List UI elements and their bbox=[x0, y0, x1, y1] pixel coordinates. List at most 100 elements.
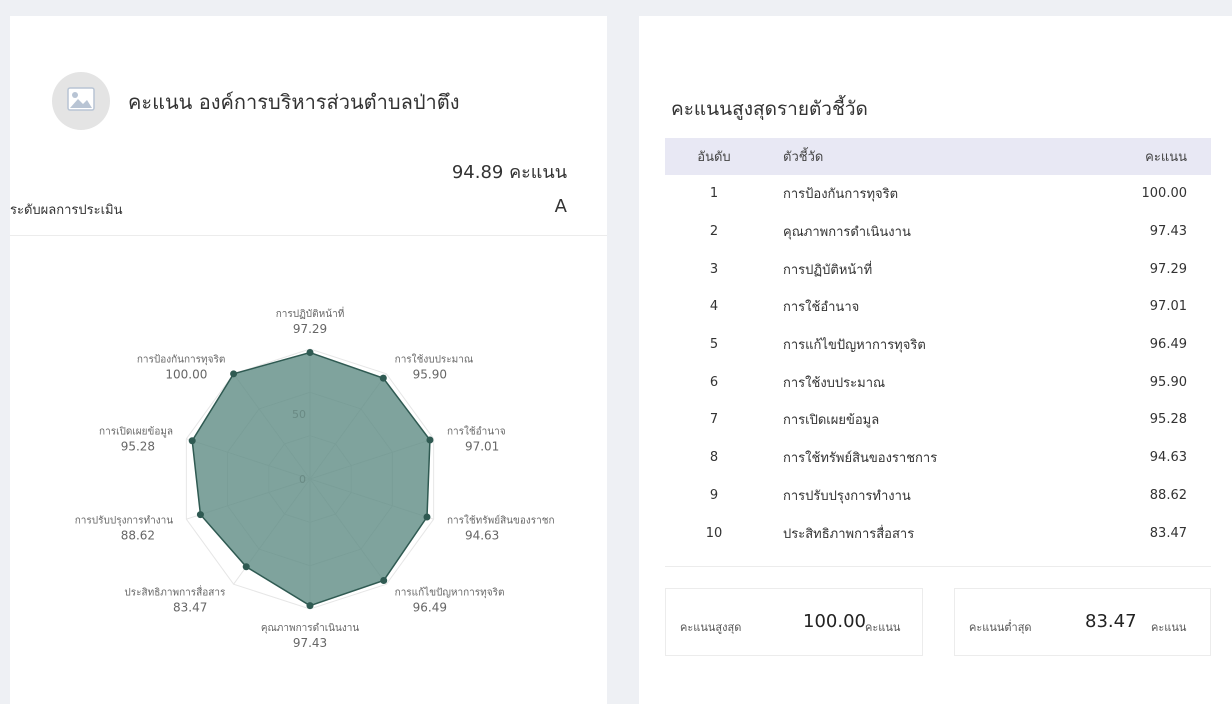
row-indicator: คุณภาพการดำเนินงาน bbox=[783, 225, 911, 241]
radar-data-label: 97.29 bbox=[293, 322, 327, 336]
header-indicator: ตัวชี้วัด bbox=[783, 150, 824, 165]
radar-data-label: 100.00 bbox=[165, 368, 207, 382]
row-indicator: การปรับปรุงการทำงาน bbox=[783, 488, 911, 504]
row-rank: 9 bbox=[709, 487, 719, 503]
radar-axis-label: ประสิทธิภาพการสื่อสาร bbox=[124, 584, 226, 598]
row-indicator: การแก้ไขปัญหาการทุจริต bbox=[783, 338, 926, 354]
row-indicator: การใช้อำนาจ bbox=[783, 300, 860, 316]
radar-scale-tick: 50 bbox=[292, 408, 306, 421]
table-header-row: อันดับ ตัวชี้วัด คะแนน bbox=[665, 138, 1211, 175]
radar-point bbox=[379, 374, 387, 382]
min-score-value: 83.47 bbox=[1085, 611, 1137, 632]
max-score-unit: คะแนน bbox=[865, 621, 901, 634]
row-indicator: ประสิทธิภาพการสื่อสาร bbox=[783, 526, 915, 542]
row-indicator: การเปิดเผยข้อมูล bbox=[783, 413, 880, 429]
radar-point bbox=[230, 370, 238, 378]
table-row: 4 การใช้อำนาจ 97.01 bbox=[665, 288, 1211, 326]
radar-point bbox=[306, 602, 314, 610]
row-score: 100.00 bbox=[1141, 186, 1188, 202]
radar-point bbox=[426, 436, 434, 444]
radar-data-label: 94.63 bbox=[465, 528, 499, 542]
min-score-box: คะแนนต่ำสุด 83.47 คะแนน bbox=[954, 588, 1211, 656]
level-label: ระดับผลการประเมิน bbox=[10, 203, 123, 218]
row-score: 97.29 bbox=[1149, 261, 1187, 277]
row-score: 95.28 bbox=[1149, 412, 1187, 428]
table-row: 8 การใช้ทรัพย์สินของราชการ 94.63 bbox=[665, 439, 1211, 477]
radar-point bbox=[380, 576, 388, 584]
row-rank: 5 bbox=[709, 337, 719, 353]
ranking-title: คะแนนสูงสุดรายตัวชี้วัด bbox=[671, 98, 868, 120]
table-bottom-border bbox=[665, 552, 1211, 567]
min-score-unit: คะแนน bbox=[1151, 621, 1187, 634]
table-row: 6 การใช้งบประมาณ 95.90 bbox=[665, 363, 1211, 401]
summary-card: คะแนน องค์การบริหารส่วนตำบลป่าตึง 94.89 … bbox=[10, 16, 607, 704]
header-rank: อันดับ bbox=[697, 150, 731, 165]
table-row: 3 การปฏิบัติหน้าที่ 97.29 bbox=[665, 250, 1211, 288]
ranking-card: คะแนนสูงสุดรายตัวชี้วัด อันดับ ตัวชี้วัด… bbox=[639, 16, 1232, 704]
radar-data-label: 97.43 bbox=[293, 636, 327, 650]
radar-series-area bbox=[191, 351, 431, 607]
min-score-label: คะแนนต่ำสุด bbox=[969, 621, 1032, 634]
row-score: 83.47 bbox=[1149, 525, 1187, 541]
radar-axis-label: การปรับปรุงการทำงาน bbox=[75, 515, 173, 526]
row-rank: 1 bbox=[709, 186, 719, 202]
radar-axis-label: การใช้งบประมาณ bbox=[395, 354, 474, 366]
radar-data-label: 83.47 bbox=[173, 600, 207, 614]
row-rank: 4 bbox=[709, 299, 719, 315]
row-score: 88.62 bbox=[1149, 487, 1187, 503]
table-row: 9 การปรับปรุงการทำงาน 88.62 bbox=[665, 477, 1211, 515]
table-row: 7 การเปิดเผยข้อมูล 95.28 bbox=[665, 401, 1211, 439]
row-score: 94.63 bbox=[1149, 450, 1187, 466]
radar-point bbox=[188, 437, 196, 445]
row-score: 96.49 bbox=[1149, 337, 1187, 353]
radar-axis-label: การแก้ไขปัญหาการทุจริต bbox=[395, 586, 505, 598]
radar-point bbox=[196, 511, 204, 519]
level-value: A bbox=[554, 196, 567, 217]
page-title: คะแนน องค์การบริหารส่วนตำบลป่าตึง bbox=[128, 90, 460, 114]
radar-axis-label: การใช้อำนาจ bbox=[447, 426, 506, 438]
row-rank: 2 bbox=[709, 224, 719, 240]
table-row: 5 การแก้ไขปัญหาการทุจริต 96.49 bbox=[665, 326, 1211, 364]
max-score-value: 100.00 bbox=[803, 611, 866, 632]
table-row: 1 การป้องกันการทุจริต 100.00 bbox=[665, 175, 1211, 213]
table-row: 10 ประสิทธิภาพการสื่อสาร 83.47 bbox=[665, 514, 1211, 552]
row-score: 95.90 bbox=[1149, 374, 1187, 390]
radar-data-label: 88.62 bbox=[121, 528, 155, 542]
total-score-unit: คะแนน bbox=[509, 162, 567, 183]
radar-point bbox=[242, 563, 250, 571]
radar-axis-label: คุณภาพการดำเนินงาน bbox=[261, 623, 360, 634]
max-score-label: คะแนนสูงสุด bbox=[680, 621, 742, 634]
radar-axis-label: การเปิดเผยข้อมูล bbox=[99, 426, 173, 438]
divider bbox=[10, 235, 607, 236]
radar-point bbox=[306, 349, 314, 357]
ranking-table-wrap: อันดับ ตัวชี้วัด คะแนน 1 การป้องกันการทุจ… bbox=[665, 138, 1211, 567]
ranking-table: อันดับ ตัวชี้วัด คะแนน 1 การป้องกันการทุจ… bbox=[665, 138, 1211, 552]
total-score-value: 94.89 bbox=[451, 162, 504, 183]
radar-chart: 0 50 การปฏิบัติหน้าที่ 97.29 การใช้งบประมาณ 9… bbox=[75, 306, 555, 650]
radar-data-label: 95.90 bbox=[413, 368, 447, 382]
header-score: คะแนน bbox=[1145, 150, 1187, 165]
row-indicator: การใช้งบประมาณ bbox=[783, 375, 886, 391]
row-rank: 8 bbox=[709, 450, 719, 466]
row-score: 97.01 bbox=[1149, 299, 1187, 315]
row-rank: 6 bbox=[709, 374, 719, 390]
radar-axis-label: การปฏิบัติหน้าที่ bbox=[276, 306, 345, 320]
radar-point bbox=[423, 513, 431, 521]
radar-data-label: 97.01 bbox=[465, 440, 499, 454]
radar-scale-tick: 0 bbox=[299, 473, 306, 486]
radar-axis-label: การป้องกันการทุจริต bbox=[137, 354, 226, 366]
table-row: 2 คุณภาพการดำเนินงาน 97.43 bbox=[665, 213, 1211, 251]
row-indicator: การป้องกันการทุจริต bbox=[783, 187, 899, 203]
image-icon bbox=[67, 87, 95, 115]
radar-data-label: 95.28 bbox=[121, 440, 155, 454]
max-score-box: คะแนนสูงสุด 100.00 คะแนน bbox=[665, 588, 923, 656]
row-score: 97.43 bbox=[1149, 224, 1187, 240]
avatar bbox=[52, 72, 110, 130]
row-rank: 7 bbox=[709, 412, 719, 428]
total-score: 94.89 คะแนน bbox=[452, 157, 567, 186]
row-rank: 10 bbox=[705, 525, 723, 541]
radar-axis-label: การใช้ทรัพย์สินของราชก bbox=[447, 514, 555, 526]
row-indicator: การปฏิบัติหน้าที่ bbox=[783, 262, 873, 278]
row-rank: 3 bbox=[709, 261, 719, 277]
row-indicator: การใช้ทรัพย์สินของราชการ bbox=[783, 451, 938, 467]
